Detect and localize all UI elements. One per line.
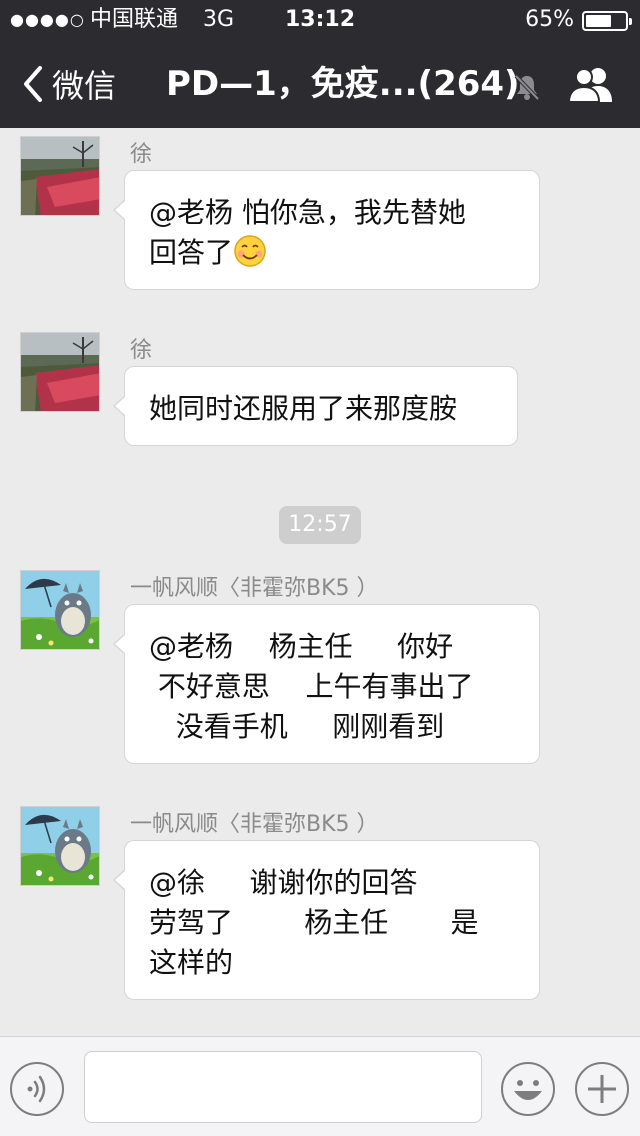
emoji-icon[interactable]: [500, 1061, 556, 1117]
avatar[interactable]: [20, 332, 100, 412]
group-members-icon[interactable]: [566, 64, 616, 104]
message-text: @徐 谢谢你的回答 劳驾了 杨主任 是 这样的: [149, 866, 479, 979]
plus-icon[interactable]: [574, 1061, 630, 1117]
avatar[interactable]: [20, 806, 100, 886]
avatar[interactable]: [20, 570, 100, 650]
top-bar: ●●●●○ 中国联通 3G 13:12 65% 微信 PD—1，免疫...(26…: [0, 0, 640, 128]
message-bubble[interactable]: @老杨 杨主任 你好 不好意思 上午有事出了 没看手机 刚刚看到: [113, 604, 540, 764]
flower-garden-photo: [21, 333, 99, 411]
totoro-umbrella-cartoon: [21, 571, 99, 649]
message-bubble[interactable]: 她同时还服用了来那度胺: [113, 366, 518, 446]
chat-input-bar: [0, 1036, 640, 1136]
totoro-umbrella-cartoon: [21, 807, 99, 885]
battery-fill: [586, 15, 611, 27]
battery-icon: [582, 11, 632, 31]
smiley-face-emoji: [234, 235, 266, 267]
flower-garden-photo: [21, 137, 99, 215]
time-divider: 12:57: [279, 506, 361, 544]
chevron-left-icon: [24, 66, 42, 102]
message-text: 她同时还服用了来那度胺: [149, 392, 458, 425]
message-input[interactable]: [84, 1051, 482, 1123]
sender-name: 一帆风顺〈非霍弥BK5 ）: [130, 576, 379, 601]
nav-bar: 微信 PD—1，免疫...(264): [0, 40, 640, 128]
message-text: @老杨 杨主任 你好 不好意思 上午有事出了 没看手机 刚刚看到: [149, 630, 474, 743]
bell-muted-icon: [514, 74, 540, 101]
back-button[interactable]: 微信: [18, 62, 116, 106]
message-bubble[interactable]: @徐 谢谢你的回答 劳驾了 杨主任 是 这样的: [113, 840, 540, 1000]
sender-name: 一帆风顺〈非霍弥BK5 ）: [130, 812, 379, 837]
message-text: @老杨 怕你急，我先替她 回答了: [149, 196, 466, 269]
back-label: 微信: [52, 67, 117, 105]
sender-name: 徐: [130, 142, 153, 167]
battery-percent: 65%: [525, 7, 574, 32]
status-bar: ●●●●○ 中国联通 3G 13:12 65%: [0, 0, 640, 40]
sender-name: 徐: [130, 338, 153, 363]
avatar[interactable]: [20, 136, 100, 216]
chat-title: PD—1，免疫...(264): [166, 64, 520, 104]
message-bubble[interactable]: @老杨 怕你急，我先替她 回答了: [113, 170, 540, 290]
voice-input-icon[interactable]: [9, 1061, 65, 1117]
